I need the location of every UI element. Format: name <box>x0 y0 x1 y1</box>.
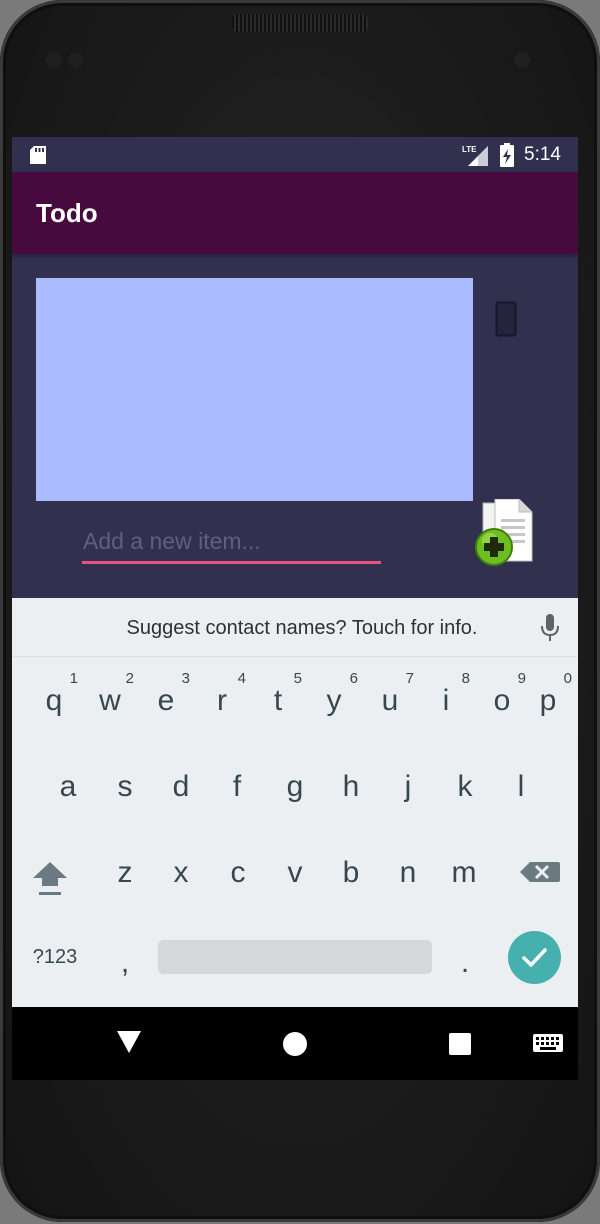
key-y[interactable]: 6y <box>306 664 362 734</box>
key-label: v <box>287 856 303 889</box>
add-item-field[interactable] <box>82 521 381 567</box>
status-time: 5:14 <box>524 144 561 165</box>
suggestion-text[interactable]: Suggest contact names? Touch for info. <box>12 617 578 640</box>
key-i[interactable]: 8i <box>418 664 474 734</box>
key-v[interactable]: v <box>267 836 323 906</box>
sd-card-icon <box>30 146 46 164</box>
mic-icon[interactable] <box>540 614 560 642</box>
key-label: u <box>381 684 399 717</box>
sensor-dot <box>46 52 62 68</box>
key-e[interactable]: 3e <box>138 664 194 734</box>
key-w[interactable]: 2w <box>82 664 138 734</box>
phone-frame: LTE 5:14 Todo Add a new item... Suggest … <box>0 0 600 1222</box>
key-label: d <box>172 770 190 803</box>
key-label: t <box>273 684 283 717</box>
key-n[interactable]: n <box>380 836 436 906</box>
key-label: , <box>120 946 130 979</box>
key-label: k <box>457 770 473 803</box>
key-label: l <box>517 770 525 803</box>
key-m[interactable]: m <box>436 836 492 906</box>
lte-signal-icon: LTE <box>462 145 488 166</box>
key-x[interactable]: x <box>153 836 209 906</box>
key-label: a <box>59 770 77 803</box>
key-label: z <box>117 856 133 889</box>
key-p[interactable]: 0p <box>520 664 576 734</box>
symbols-key[interactable]: ?123 <box>22 936 88 996</box>
key-label: x <box>173 856 189 889</box>
home-icon[interactable] <box>283 1032 307 1056</box>
key-label: y <box>326 684 342 717</box>
check-icon <box>522 948 547 967</box>
comma-key[interactable]: , <box>100 936 150 996</box>
add-item-input[interactable] <box>82 521 381 564</box>
key-j[interactable]: j <box>380 750 436 820</box>
screen: LTE 5:14 Todo Add a new item... Suggest … <box>12 137 578 1080</box>
key-label: s <box>117 770 133 803</box>
app-title: Todo <box>36 198 98 228</box>
key-label: j <box>404 770 412 803</box>
phone-icon[interactable] <box>495 301 517 337</box>
key-label: w <box>99 684 121 717</box>
back-icon[interactable] <box>117 1031 141 1053</box>
key-t[interactable]: 5t <box>250 664 306 734</box>
space-key[interactable] <box>158 940 432 974</box>
key-label: n <box>399 856 417 889</box>
key-g[interactable]: g <box>267 750 323 820</box>
delete-key[interactable] <box>512 848 572 918</box>
add-item-button[interactable] <box>474 499 536 567</box>
key-label: q <box>45 684 63 717</box>
recents-icon[interactable] <box>449 1033 471 1055</box>
key-d[interactable]: d <box>153 750 209 820</box>
period-key[interactable]: . <box>440 936 490 996</box>
key-l[interactable]: l <box>493 750 549 820</box>
soft-keyboard: Suggest contact names? Touch for info. 1… <box>12 598 578 1007</box>
key-label: b <box>342 856 360 889</box>
front-camera <box>510 48 534 72</box>
svg-text:LTE: LTE <box>462 145 477 154</box>
todo-list[interactable] <box>36 278 473 501</box>
key-label: p <box>539 684 557 717</box>
status-bar: LTE 5:14 <box>12 137 578 172</box>
enter-key[interactable] <box>508 931 561 984</box>
key-label: r <box>217 684 227 717</box>
key-label: e <box>157 684 175 717</box>
key-f[interactable]: f <box>209 750 265 820</box>
navigation-bar <box>12 1007 578 1080</box>
key-k[interactable]: k <box>437 750 493 820</box>
battery-charging-icon <box>500 143 514 167</box>
key-label: c <box>230 856 246 889</box>
shift-key[interactable] <box>28 848 78 918</box>
key-label: h <box>342 770 360 803</box>
backspace-icon <box>520 862 560 882</box>
key-b[interactable]: b <box>323 836 379 906</box>
app-bar: Todo <box>12 172 578 254</box>
suggestion-strip[interactable]: Suggest contact names? Touch for info. <box>12 598 578 657</box>
key-s[interactable]: s <box>97 750 153 820</box>
key-c[interactable]: c <box>210 836 266 906</box>
key-a[interactable]: a <box>40 750 96 820</box>
key-h[interactable]: h <box>323 750 379 820</box>
key-label: i <box>442 684 450 717</box>
speaker-grille <box>232 14 368 32</box>
key-r[interactable]: 4r <box>194 664 250 734</box>
keyboard-icon[interactable] <box>533 1034 563 1052</box>
key-z[interactable]: z <box>97 836 153 906</box>
key-label: ?123 <box>32 946 78 968</box>
key-u[interactable]: 7u <box>362 664 418 734</box>
sensor-dot <box>68 52 84 68</box>
key-label: m <box>451 856 477 889</box>
shift-icon <box>33 862 67 895</box>
key-label: g <box>286 770 304 803</box>
key-label: . <box>460 946 470 979</box>
key-label: f <box>232 770 242 803</box>
key-q[interactable]: 1q <box>26 664 82 734</box>
